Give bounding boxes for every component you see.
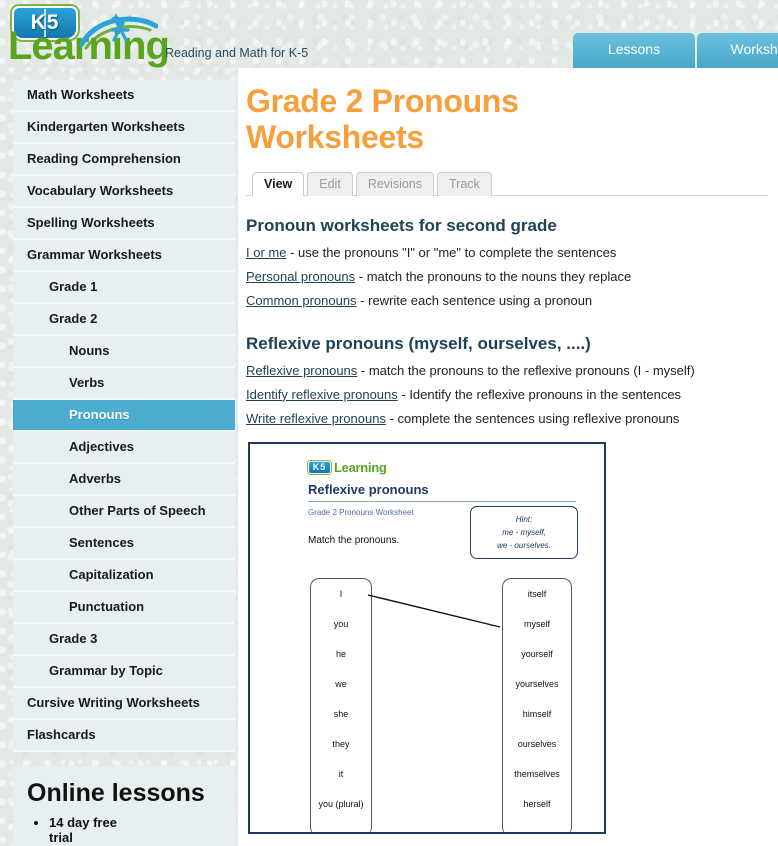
worksheet-link-row: Reflexive pronouns - match the pronouns …	[246, 363, 768, 378]
pronoun-column-left: I you he we she they it you (plural)	[310, 577, 372, 832]
section-heading-pronoun-worksheets: Pronoun worksheets for second grade	[246, 215, 557, 235]
reflexive-item: himself	[522, 708, 552, 719]
promo-title: Online lessons	[27, 779, 205, 807]
link-desc: - use the pronouns "I" or "me" to comple…	[286, 244, 617, 260]
online-lessons-promo: Online lessons 14 day free trial Free le…	[13, 766, 235, 846]
reflexive-item: myself	[523, 618, 550, 629]
sidebar-menu: Math Worksheets Kindergarten Worksheets …	[13, 80, 235, 752]
link-desc: - Identify the reflexive pronouns in the…	[397, 386, 682, 402]
link-desc: - match the pronouns to the reflexive pr…	[357, 362, 695, 378]
sidebar-item-other-parts-of-speech[interactable]: Other Parts of Speech	[13, 496, 235, 528]
reflexive-item: yourselves	[515, 678, 559, 689]
sidebar-item-adverbs[interactable]: Adverbs	[13, 464, 235, 496]
link-write-reflexive-pronouns[interactable]: Write reflexive pronouns	[246, 411, 386, 426]
reflexive-item: herself	[523, 798, 551, 809]
worksheet-link-row: Write reflexive pronouns - complete the …	[246, 411, 768, 426]
worksheet-logo: K5 Learning	[308, 460, 590, 475]
site-logo[interactable]: K5 Learning	[8, 4, 170, 66]
tab-revisions[interactable]: Revisions	[355, 171, 434, 196]
pronoun-item: you	[333, 618, 349, 629]
worksheet-k5-icon: K5	[308, 460, 331, 474]
pronoun-item: it	[338, 768, 344, 779]
pronoun-item: they	[332, 738, 350, 749]
sidebar-item-grade-1[interactable]: Grade 1	[13, 272, 235, 304]
hint-label: Hint:	[515, 514, 533, 524]
tab-edit[interactable]: Edit	[307, 171, 353, 196]
worksheet-logo-word: Learning	[334, 459, 387, 475]
sidebar-item-verbs[interactable]: Verbs	[13, 368, 235, 400]
sidebar-item-kindergarten-worksheets[interactable]: Kindergarten Worksheets	[13, 112, 235, 144]
worksheet-hint-box: Hint: me - myself, we - ourselves.	[470, 505, 578, 559]
pronoun-item: we	[335, 678, 347, 689]
worksheet-link-row: Common pronouns - rewrite each sentence …	[246, 293, 768, 308]
pronoun-item: I	[339, 588, 343, 599]
sidebar-item-sentences[interactable]: Sentences	[13, 528, 235, 560]
nav-tab-worksheets[interactable]: Workshe	[697, 33, 778, 68]
top-navigation: Lessons Workshe	[573, 33, 778, 68]
link-desc: - rewrite each sentence using a pronoun	[356, 292, 593, 308]
reflexive-item: ourselves	[517, 738, 557, 749]
reflexive-item: yourself	[521, 648, 553, 659]
link-personal-pronouns[interactable]: Personal pronouns	[246, 269, 355, 284]
sidebar-item-vocabulary-worksheets[interactable]: Vocabulary Worksheets	[13, 176, 235, 208]
reflexive-item: themselves	[514, 768, 560, 779]
pronoun-item: he	[335, 648, 346, 659]
link-i-or-me[interactable]: I or me	[246, 245, 286, 260]
swoosh-person-icon	[80, 13, 158, 50]
pronoun-item: you (plural)	[318, 798, 364, 809]
sidebar-item-nouns[interactable]: Nouns	[13, 336, 235, 368]
worksheet-matching-area: I you he we she they it you (plural) its…	[250, 577, 604, 832]
sidebar-item-capitalization[interactable]: Capitalization	[13, 560, 235, 592]
section-heading-reflexive-pronouns: Reflexive pronouns (myself, ourselves, .…	[246, 333, 591, 353]
content-row: Grade 2 Pronouns Worksheets View Edit Re…	[0, 68, 778, 846]
link-desc: - complete the sentences using reflexive…	[385, 410, 680, 426]
sidebar-item-punctuation[interactable]: Punctuation	[13, 592, 235, 624]
hint-line-2: we - ourselves.	[497, 540, 551, 550]
content-tabs: View Edit Revisions Track	[246, 170, 768, 196]
sidebar-item-adjectives[interactable]: Adjectives	[13, 432, 235, 464]
reflexive-item: itself	[527, 588, 547, 599]
worksheet-link-row: I or me - use the pronouns "I" or "me" t…	[246, 245, 768, 260]
sidebar-item-pronouns[interactable]: Pronouns	[13, 400, 235, 432]
link-identify-reflexive-pronouns[interactable]: Identify reflexive pronouns	[246, 387, 398, 402]
tab-track[interactable]: Track	[437, 171, 492, 196]
link-reflexive-pronouns[interactable]: Reflexive pronouns	[246, 363, 357, 378]
site-tagline: Reading and Math for K-5	[165, 46, 309, 60]
promo-bullet-list: 14 day free trial Free lessons Free asse…	[49, 815, 223, 846]
worksheet-link-row: Personal pronouns - match the pronouns t…	[246, 269, 768, 284]
sidebar-item-reading-comprehension[interactable]: Reading Comprehension	[13, 144, 235, 176]
sidebar-item-spelling-worksheets[interactable]: Spelling Worksheets	[13, 208, 235, 240]
sidebar-item-grammar-worksheets[interactable]: Grammar Worksheets	[13, 240, 235, 272]
nav-tab-lessons[interactable]: Lessons	[573, 33, 695, 68]
sidebar-item-grammar-by-topic[interactable]: Grammar by Topic	[13, 656, 235, 688]
link-desc: - match the pronouns to the nouns they r…	[355, 268, 632, 284]
sidebar-item-grade-2[interactable]: Grade 2	[13, 304, 235, 336]
sidebar-item-grade-3[interactable]: Grade 3	[13, 624, 235, 656]
pronoun-item: she	[333, 708, 349, 719]
worksheet-title: Reflexive pronouns	[308, 482, 576, 502]
sidebar: Math Worksheets Kindergarten Worksheets …	[13, 80, 235, 846]
worksheet-link-row: Identify reflexive pronouns - Identify t…	[246, 387, 768, 402]
pronoun-column-right: itself myself yourself yourselves himsel…	[502, 577, 572, 832]
main-content: Grade 2 Pronouns Worksheets View Edit Re…	[238, 68, 778, 846]
tab-view[interactable]: View	[252, 171, 305, 196]
sidebar-item-flashcards[interactable]: Flashcards	[13, 720, 235, 752]
link-common-pronouns[interactable]: Common pronouns	[246, 293, 357, 308]
worksheet-preview-image[interactable]: K5 Learning Reflexive pronouns Grade 2 P…	[248, 441, 606, 834]
page-title: Grade 2 Pronouns Worksheets	[246, 83, 519, 155]
sidebar-item-math-worksheets[interactable]: Math Worksheets	[13, 80, 235, 112]
hint-line-1: me - myself,	[502, 527, 546, 537]
promo-bullet: 14 day free trial	[49, 815, 127, 845]
sidebar-item-cursive-writing-worksheets[interactable]: Cursive Writing Worksheets	[13, 688, 235, 720]
